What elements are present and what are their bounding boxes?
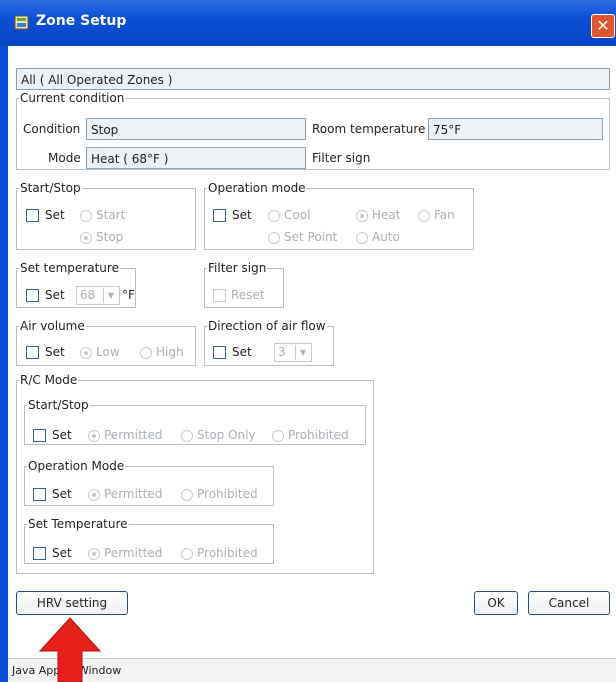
window-border — [0, 46, 8, 682]
fan-radio[interactable] — [418, 210, 430, 222]
rc-start-stop-legend: Start/Stop — [28, 398, 89, 412]
rc-start-stop-set-checkbox[interactable] — [33, 429, 46, 442]
set-point-radio-label: Set Point — [284, 230, 338, 244]
filter-sign-status-label: Filter sign — [312, 151, 371, 165]
app-icon — [14, 15, 29, 30]
air-volume-set-checkbox[interactable] — [26, 346, 39, 359]
rc-operation-mode-prohibited-label: Prohibited — [197, 487, 258, 501]
rc-set-temperature-permitted-radio[interactable] — [88, 548, 100, 560]
dropdown-arrow-icon: ▼ — [103, 288, 118, 303]
rc-operation-mode-set-checkbox[interactable] — [33, 488, 46, 501]
title-bar: Zone Setup ✕ — [0, 0, 616, 46]
rc-start-stop-permitted-radio[interactable] — [88, 430, 100, 442]
filter-sign-reset-checkbox[interactable] — [213, 289, 226, 302]
rc-operation-mode-permitted-label: Permitted — [104, 487, 163, 501]
air-flow-set-label: Set — [232, 345, 252, 359]
fan-radio-label: Fan — [434, 208, 455, 222]
dropdown-arrow-icon: ▼ — [295, 345, 310, 360]
air-flow-select[interactable]: 3 ▼ — [274, 343, 312, 362]
set-temperature-set-checkbox[interactable] — [26, 289, 39, 302]
auto-radio[interactable] — [356, 232, 368, 244]
rc-mode-legend: R/C Mode — [20, 373, 78, 387]
annotation-arrow-icon — [38, 617, 102, 682]
close-button[interactable]: ✕ — [591, 14, 615, 38]
stop-radio-label: Stop — [96, 230, 124, 244]
set-temperature-unit: °F — [122, 288, 135, 302]
cancel-button[interactable]: Cancel — [528, 591, 610, 615]
room-temperature-label: Room temperature — [312, 122, 426, 136]
set-temperature-legend: Set temperature — [20, 261, 119, 275]
air-volume-set-label: Set — [45, 345, 65, 359]
air-flow-group: Direction of air flow — [204, 320, 334, 366]
stop-radio[interactable] — [80, 232, 92, 244]
rc-set-temperature-permitted-label: Permitted — [104, 546, 163, 560]
rc-operation-mode-permitted-radio[interactable] — [88, 489, 100, 501]
operation-mode-set-checkbox[interactable] — [213, 209, 226, 222]
rc-start-stop-set-label: Set — [52, 428, 72, 442]
start-radio[interactable] — [80, 210, 92, 222]
air-flow-set-checkbox[interactable] — [213, 346, 226, 359]
rc-operation-mode-legend: Operation Mode — [28, 459, 125, 473]
start-stop-set-label: Set — [45, 208, 65, 222]
start-radio-label: Start — [96, 208, 126, 222]
cool-radio-label: Cool — [284, 208, 311, 222]
air-flow-value: 3 — [278, 345, 286, 359]
rc-start-stop-prohibited-label: Prohibited — [288, 428, 349, 442]
air-volume-group: Air volume — [16, 320, 196, 366]
condition-field: Stop — [86, 118, 306, 140]
set-temperature-value: 68 — [80, 288, 96, 302]
start-stop-legend: Start/Stop — [20, 181, 81, 195]
rc-operation-mode-prohibited-radio[interactable] — [181, 489, 193, 501]
rc-set-temperature-set-label: Set — [52, 546, 72, 560]
window-title: Zone Setup — [36, 13, 127, 29]
high-radio-label: High — [156, 345, 184, 359]
operation-mode-set-label: Set — [232, 208, 252, 222]
rc-start-stop-stop-only-label: Stop Only — [197, 428, 256, 442]
rc-start-stop-permitted-label: Permitted — [104, 428, 163, 442]
low-radio-label: Low — [96, 345, 120, 359]
close-icon: ✕ — [596, 16, 610, 35]
set-temperature-select[interactable]: 68 ▼ — [76, 286, 120, 305]
start-stop-set-checkbox[interactable] — [26, 209, 39, 222]
zone-field: All ( All Operated Zones ) — [16, 68, 610, 90]
mode-field: Heat ( 68°F ) — [86, 147, 306, 169]
hrv-setting-button[interactable]: HRV setting — [16, 591, 128, 615]
rc-set-temperature-set-checkbox[interactable] — [33, 547, 46, 560]
rc-set-temperature-prohibited-radio[interactable] — [181, 548, 193, 560]
air-volume-legend: Air volume — [20, 319, 85, 333]
set-point-radio[interactable] — [268, 232, 280, 244]
rc-operation-mode-set-label: Set — [52, 487, 72, 501]
rc-start-stop-prohibited-radio[interactable] — [272, 430, 284, 442]
mode-label: Mode — [48, 151, 81, 165]
current-condition-legend: Current condition — [20, 91, 125, 105]
rc-start-stop-stop-only-radio[interactable] — [181, 430, 193, 442]
air-flow-legend: Direction of air flow — [208, 319, 326, 333]
cool-radio[interactable] — [268, 210, 280, 222]
filter-sign-legend: Filter sign — [208, 261, 267, 275]
high-radio[interactable] — [140, 347, 152, 359]
set-temperature-set-label: Set — [45, 288, 65, 302]
low-radio[interactable] — [80, 347, 92, 359]
heat-radio-label: Heat — [372, 208, 401, 222]
ok-button[interactable]: OK — [474, 591, 518, 615]
operation-mode-legend: Operation mode — [208, 181, 306, 195]
rc-set-temperature-legend: Set Temperature — [28, 517, 128, 531]
condition-label: Condition — [23, 122, 81, 136]
heat-radio[interactable] — [356, 210, 368, 222]
filter-sign-reset-label: Reset — [231, 288, 265, 302]
auto-radio-label: Auto — [372, 230, 400, 244]
rc-set-temperature-prohibited-label: Prohibited — [197, 546, 258, 560]
room-temperature-field: 75°F — [428, 118, 603, 140]
